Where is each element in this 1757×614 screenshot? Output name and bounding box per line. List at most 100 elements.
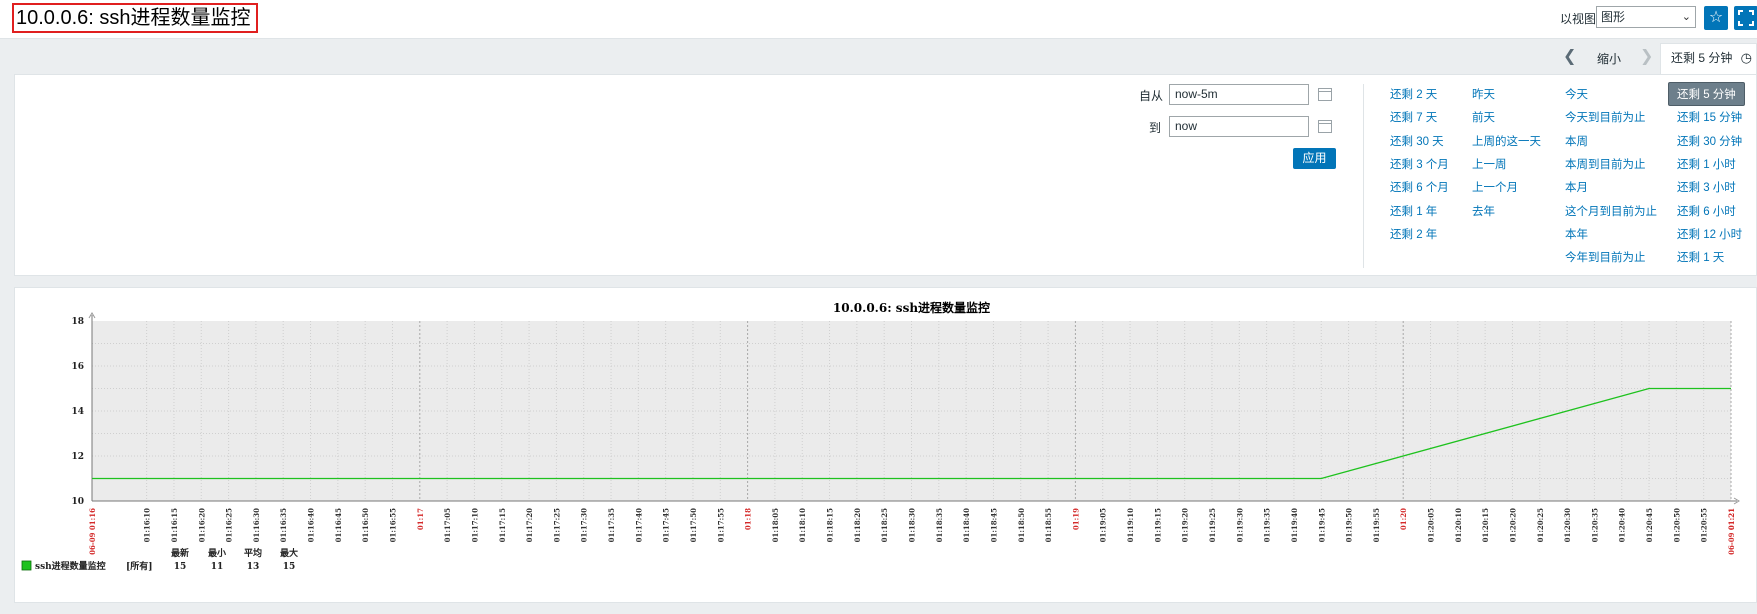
legend-header: 平均 <box>244 547 262 559</box>
view-select-value: 图形 <box>1601 10 1626 24</box>
time-filter-panel: 自从 now-5m 到 now 应用 <box>14 74 1757 276</box>
quick-range-link[interactable]: 今天到目前为止 <box>1565 109 1646 125</box>
quick-range-link[interactable]: 还剩 5 分钟 <box>1668 82 1745 106</box>
quick-range-link[interactable]: 还剩 2 天 <box>1390 86 1437 102</box>
quick-range-link[interactable]: 还剩 6 个月 <box>1390 179 1449 195</box>
x-tick-label: 01:16:20 <box>197 508 206 543</box>
quick-range-link[interactable]: 还剩 7 天 <box>1390 109 1437 125</box>
x-tick-label: 01:19:55 <box>1372 508 1381 543</box>
x-tick-label: 01:17:10 <box>470 508 479 543</box>
x-tick-label: 01:16:50 <box>361 508 370 543</box>
page-header: 10.0.0.6: ssh进程数量监控 以视图 图形 ⌄ ☆ <box>0 0 1757 39</box>
x-tick-label: 01:19:20 <box>1181 508 1190 543</box>
quick-range-link[interactable]: 上周的这一天 <box>1472 133 1541 149</box>
quick-range-link[interactable]: 还剩 3 小时 <box>1677 179 1736 195</box>
chevron-right-icon[interactable]: ❯ <box>1640 46 1653 66</box>
x-tick-label: 01:20 <box>1399 508 1408 530</box>
x-tick-label: 01:17:15 <box>498 508 507 543</box>
y-tick-label: 12 <box>71 452 84 462</box>
x-tick-label: 01:18:40 <box>962 508 971 543</box>
x-tick-label: 01:19:35 <box>1263 508 1272 543</box>
legend-swatch <box>21 560 32 571</box>
x-tick-label: 01:18:35 <box>935 508 944 543</box>
quick-range-link[interactable]: 本周 <box>1565 133 1588 149</box>
view-select[interactable]: 图形 ⌄ <box>1596 6 1696 28</box>
quick-range-link[interactable]: 昨天 <box>1472 86 1495 102</box>
x-tick-label: 01:16:10 <box>143 508 152 543</box>
x-tick-label: 01:17:30 <box>580 508 589 543</box>
y-tick-label: 14 <box>71 407 84 417</box>
favorite-button[interactable]: ☆ <box>1704 6 1728 30</box>
time-range-tab[interactable]: 还剩 5 分钟 ◷ <box>1660 43 1757 74</box>
x-tick-label: 01:20:50 <box>1672 508 1681 543</box>
quick-range-link[interactable]: 还剩 2 年 <box>1390 226 1437 242</box>
legend-value: 15 <box>174 562 187 572</box>
quick-range-link[interactable]: 还剩 30 天 <box>1390 133 1444 149</box>
to-input[interactable]: now <box>1169 116 1309 137</box>
x-tick-label: 01:17:40 <box>634 508 643 543</box>
quick-range-link[interactable]: 还剩 1 年 <box>1390 203 1437 219</box>
x-tick-label: 01:18:55 <box>1044 508 1053 543</box>
x-tick-label: 01:19:50 <box>1345 508 1354 543</box>
x-tick-label: 01:17:50 <box>689 508 698 543</box>
time-nav-bar <box>0 40 1757 73</box>
quick-range-link[interactable]: 上一个月 <box>1472 179 1518 195</box>
fullscreen-button[interactable] <box>1734 6 1757 30</box>
star-icon: ☆ <box>1708 9 1724 26</box>
x-tick-label: 01:18:10 <box>798 508 807 543</box>
view-label: 以视图 <box>1560 12 1597 26</box>
x-tick-label: 01:19:40 <box>1290 508 1299 543</box>
quick-range-link[interactable]: 上一周 <box>1472 156 1507 172</box>
quick-range-link[interactable]: 还剩 30 分钟 <box>1677 133 1742 149</box>
quick-range-link[interactable]: 还剩 12 小时 <box>1677 226 1742 242</box>
quick-range-link[interactable]: 今年到目前为止 <box>1565 249 1646 265</box>
from-label: 自从 <box>1139 89 1164 103</box>
x-tick-label: 01:16:55 <box>388 508 397 543</box>
x-tick-label: 01:20:35 <box>1590 508 1599 543</box>
x-tick-label: 01:18:25 <box>880 508 889 543</box>
quick-range-link[interactable]: 今天 <box>1565 86 1588 102</box>
x-tick-label: 01:19 <box>1071 508 1080 530</box>
chart-title: 10.0.0.6: ssh进程数量监控 <box>833 300 990 315</box>
graph-panel: 10.0.0.6: ssh进程数量监控 10 12 14 16 18 01:16:10 01:… <box>14 287 1757 603</box>
legend-header: 最小 <box>208 547 226 559</box>
quick-range-link[interactable]: 这个月到目前为止 <box>1565 203 1657 219</box>
x-tick-label: 01:17:05 <box>443 508 452 543</box>
x-tick-label: 01:18:20 <box>853 508 862 543</box>
quick-range-link[interactable]: 本月 <box>1565 179 1588 195</box>
quick-range-link[interactable]: 本周到目前为止 <box>1565 156 1646 172</box>
x-tick-label: 01:19:05 <box>1099 508 1108 543</box>
fullscreen-icon <box>1738 10 1754 26</box>
quick-range-link[interactable]: 还剩 3 个月 <box>1390 156 1449 172</box>
quick-range-link[interactable]: 还剩 15 分钟 <box>1677 109 1742 125</box>
legend-value: 13 <box>247 562 260 572</box>
to-label: 到 <box>1149 121 1162 135</box>
chevron-down-icon: ⌄ <box>1681 11 1691 23</box>
x-tick-label: 01:18:30 <box>908 508 917 543</box>
y-tick-label: 10 <box>71 497 84 507</box>
from-input[interactable]: now-5m <box>1169 84 1309 105</box>
x-tick-label: 01:19:25 <box>1208 508 1217 543</box>
calendar-icon[interactable] <box>1318 88 1332 101</box>
quick-range-link[interactable]: 还剩 6 小时 <box>1677 203 1736 219</box>
page-title: 10.0.0.6: ssh进程数量监控 <box>12 3 258 33</box>
chevron-left-icon[interactable]: ❮ <box>1563 46 1576 66</box>
x-tick-label: 01:20:25 <box>1536 508 1545 543</box>
x-tick-label: 01:19:45 <box>1317 508 1326 543</box>
x-tick-label: 01:20:05 <box>1427 508 1436 543</box>
x-tick-label: 01:18:05 <box>771 508 780 543</box>
zoom-out-button[interactable]: 缩小 <box>1597 50 1621 67</box>
x-tick-label: 01:17 <box>416 508 425 530</box>
quick-range-link[interactable]: 前天 <box>1472 109 1495 125</box>
quick-range-link[interactable]: 本年 <box>1565 226 1588 242</box>
calendar-icon[interactable] <box>1318 120 1332 133</box>
apply-button[interactable]: 应用 <box>1293 148 1336 169</box>
quick-range-link[interactable]: 还剩 1 小时 <box>1677 156 1736 172</box>
quick-range-link[interactable]: 还剩 1 天 <box>1677 249 1724 265</box>
x-tick-label: 01:17:20 <box>525 508 534 543</box>
quick-range-link[interactable]: 去年 <box>1472 203 1495 219</box>
time-range-tab-label: 还剩 5 分钟 <box>1671 51 1733 65</box>
x-tick-label: 01:20:55 <box>1700 508 1709 543</box>
x-tick-label: 01:18:45 <box>989 508 998 543</box>
x-tick-label: 01:19:30 <box>1235 508 1244 543</box>
